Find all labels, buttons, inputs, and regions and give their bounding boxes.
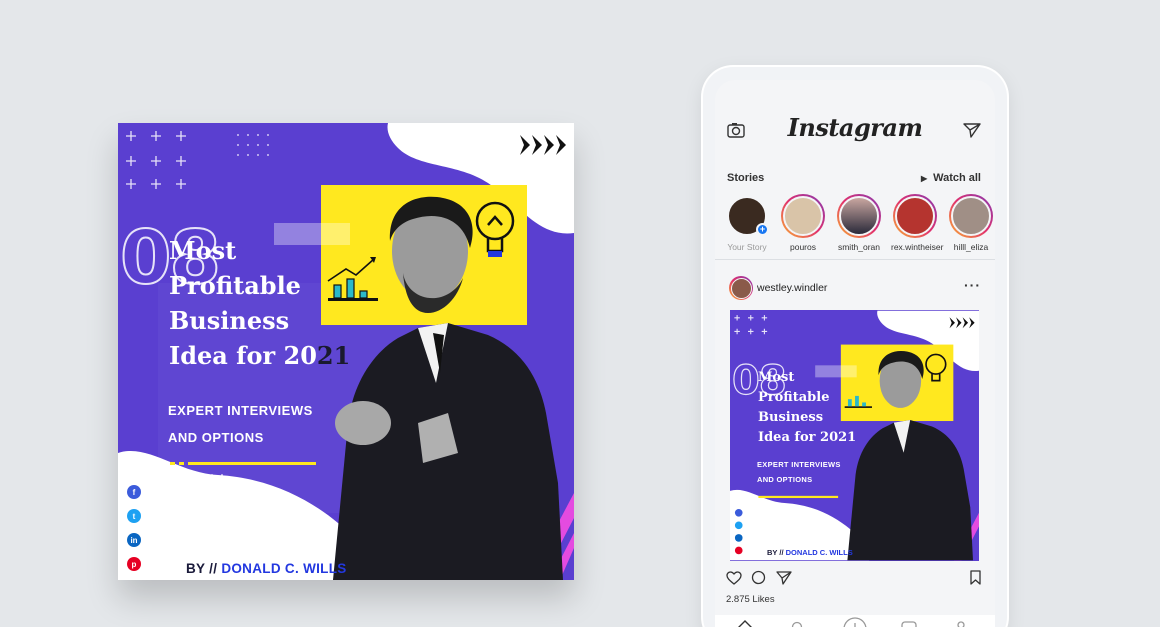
likes-count: 2.875 Likes [726,594,775,605]
story-avatar [781,194,825,238]
comment-icon[interactable] [751,570,766,585]
play-icon: ▶ [920,174,928,183]
story-item[interactable]: pouros [779,194,827,252]
search-icon[interactable] [791,621,805,627]
send-icon[interactable] [963,122,981,138]
post-byline: BY // DONALD C. WILLS [767,548,853,557]
headline-year-start: Idea for 20 [169,341,317,370]
post-avatar[interactable] [729,276,753,300]
post-headline: Most Profitable Business Idea for 2021 [758,368,856,448]
subtitle-line: EXPERT INTERVIEWS [168,403,313,418]
more-options-icon[interactable]: ··· [964,277,981,293]
share-icon[interactable] [776,571,792,585]
instagram-screen: Instagram Stories ▶ Watch all + Your Stor… [715,80,995,627]
subtitle-line: AND OPTIONS [168,430,264,445]
linkedin-icon[interactable]: in [127,533,141,547]
headline-line: Idea for 2021 [169,338,350,373]
headline-line: Profitable [169,271,301,300]
story-item[interactable]: rex.wintheiser [891,194,944,252]
reels-icon[interactable] [901,621,917,627]
headline-year-end: 21 [316,341,351,370]
post-subtitle: EXPERT INTERVIEWS AND OPTIONS [757,457,841,487]
headline-line: Profitable [758,390,830,405]
story-name: rex.wintheiser [891,242,944,252]
poster-headline: Most Profitable Business Idea for 2021 [169,233,350,373]
headline-line: Most [758,370,795,385]
post-username[interactable]: westley.windler [757,282,827,294]
story-item[interactable]: + Your Story [723,194,771,252]
add-icon[interactable] [842,616,868,627]
poster-byline: BY // DONALD C. WILLS [186,561,347,576]
headline-line: Idea for 2021 [758,430,857,445]
instagram-header: Instagram [715,80,995,158]
stories-label: Stories [727,172,765,184]
story-avatar [837,194,881,238]
byline-prefix: BY // [186,561,222,576]
home-icon[interactable] [737,620,753,627]
story-item[interactable]: smith_oran [835,194,883,252]
story-name: hilll_eliza [953,242,989,252]
poster-preview: 08 Most Profitable Business Idea for 202… [118,123,574,580]
subtitle-line: EXPERT INTERVIEWS [757,460,841,469]
story-name: Your Story [727,242,767,252]
watch-all-link[interactable]: ▶ Watch all [921,172,981,184]
headline-line: Business [169,306,290,335]
story-name: smith_oran [837,242,881,252]
bookmark-icon[interactable] [970,570,981,585]
watch-all-label: Watch all [933,172,981,184]
story-avatar: + [725,194,769,238]
byline-name: DONALD C. WILLS [221,561,347,576]
story-avatar [949,194,993,238]
poster-subtitle: EXPERT INTERVIEWS AND OPTIONS [168,397,313,451]
app-logo: Instagram [787,113,923,142]
headline-line: Business [758,410,824,425]
twitter-icon[interactable]: t [127,509,141,523]
divider [715,259,995,260]
bottom-nav [715,615,995,627]
headline-line: Most [169,236,237,265]
story-item[interactable]: hilll_eliza [947,194,995,252]
profile-icon[interactable] [955,621,967,627]
byline-prefix: BY // [767,548,786,557]
facebook-icon[interactable]: f [127,485,141,499]
phone-mockup: Instagram Stories ▶ Watch all + Your Stor… [703,67,1007,627]
post-image[interactable]: 08 Most Profitable Business Idea for 202… [730,310,979,561]
heart-icon[interactable] [726,571,742,585]
byline-name: DONALD C. WILLS [785,548,853,557]
subtitle-line: AND OPTIONS [757,475,813,484]
story-name: pouros [790,242,816,252]
story-avatar [893,194,937,238]
pinterest-icon[interactable]: p [127,557,141,571]
add-story-icon: + [756,223,769,236]
